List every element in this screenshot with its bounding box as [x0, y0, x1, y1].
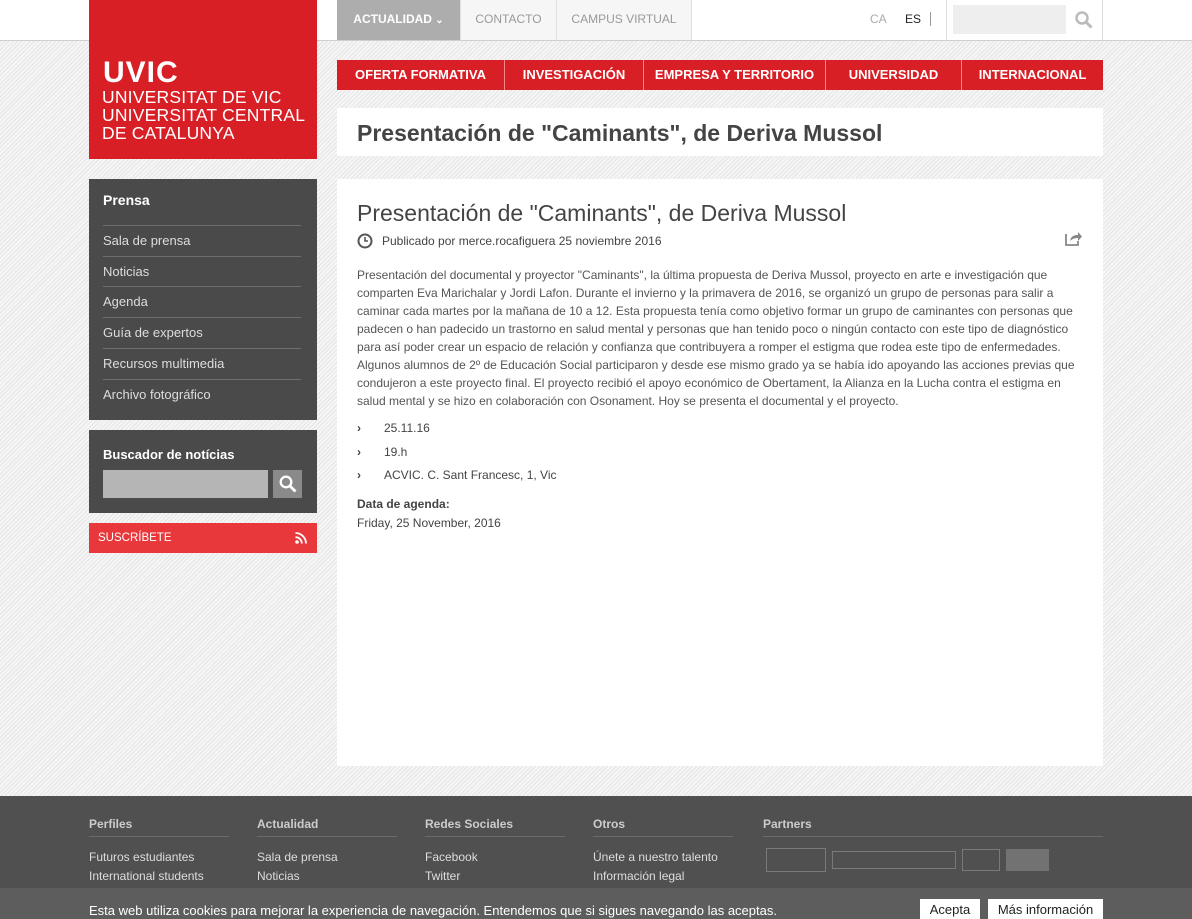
search-input[interactable]: [953, 5, 1066, 34]
sidebar-item-recursos-multimedia[interactable]: Recursos multimedia: [103, 348, 301, 379]
footer-heading: Otros: [593, 817, 733, 837]
clock-icon: [357, 233, 373, 249]
chevron-right-icon: ›: [357, 421, 361, 435]
bullet-date-text: 25.11.16: [384, 421, 430, 435]
cookie-text: Esta web utiliza cookies para mejorar la…: [89, 903, 777, 918]
chevron-down-icon: ⌄: [435, 15, 444, 26]
cookie-bar: Esta web utiliza cookies para mejorar la…: [0, 888, 1192, 919]
footer-col-otros: Otros Únete a nuestro talento Informació…: [593, 817, 733, 883]
news-search-button[interactable]: [273, 470, 302, 498]
bullet-time-text: 19.h: [384, 445, 408, 459]
footer-link-facebook[interactable]: Facebook: [425, 850, 565, 864]
footer-heading: Actualidad: [257, 817, 397, 837]
footer-col-redes: Redes Sociales Facebook Twitter: [425, 817, 565, 883]
footer-link[interactable]: Únete a nuestro talento: [593, 850, 733, 864]
chevron-right-icon: ›: [357, 445, 361, 459]
tab-campus-virtual[interactable]: CAMPUS VIRTUAL: [557, 0, 692, 40]
partner-logo-eua[interactable]: [766, 848, 826, 872]
sidebar-item-sala-de-prensa[interactable]: Sala de prensa: [103, 225, 301, 256]
agenda-label: Data de agenda:: [357, 497, 450, 511]
logo-line-3: DE CATALUNYA: [102, 123, 235, 143]
bullet-location-text: ACVIC. C. Sant Francesc, 1, Vic: [384, 468, 557, 482]
sidebar-item-noticias[interactable]: Noticias: [103, 256, 301, 287]
lang-es[interactable]: ES: [905, 0, 921, 40]
nav-internacional[interactable]: INTERNACIONAL: [962, 60, 1103, 90]
page-title: Presentación de "Caminants", de Deriva M…: [357, 120, 883, 146]
search-icon[interactable]: [1075, 11, 1093, 29]
nav-empresa-territorio[interactable]: EMPRESA Y TERRITORIO: [644, 60, 826, 90]
subscribe-label: SUSCRÍBETE: [98, 532, 172, 544]
news-search-title: Buscador de notícias: [103, 447, 235, 462]
chevron-right-icon: ›: [357, 468, 361, 482]
partner-logo[interactable]: [1006, 849, 1049, 871]
nav-investigacion[interactable]: INVESTIGACIÓN: [505, 60, 644, 90]
lang-ca[interactable]: CA: [870, 0, 887, 40]
footer-link-twitter[interactable]: Twitter: [425, 869, 565, 883]
footer-link[interactable]: Información legal: [593, 869, 733, 883]
bullet-date: › 25.11.16: [357, 421, 430, 435]
footer-heading: Partners: [763, 817, 1103, 837]
bullet-time: › 19.h: [357, 445, 407, 459]
share-icon[interactable]: [1063, 229, 1083, 247]
footer-col-actualidad: Actualidad Sala de prensa Noticias: [257, 817, 397, 883]
footer-col-partners: Partners: [763, 817, 1103, 837]
news-search-panel: Buscador de notícias: [89, 430, 317, 513]
page-title-box: Presentación de "Caminants", de Deriva M…: [337, 108, 1103, 156]
footer-heading: Perfiles: [89, 817, 229, 837]
tab-actualidad-label: ACTUALIDAD: [353, 12, 432, 26]
top-search: [946, 0, 1103, 40]
rss-icon: [295, 532, 307, 544]
logo-brand: UVIC: [103, 56, 179, 89]
subscribe-button[interactable]: SUSCRÍBETE: [89, 523, 317, 553]
partner-logo-guni[interactable]: [832, 851, 956, 869]
partner-logo-iau[interactable]: [962, 849, 1000, 871]
bullet-location: › ACVIC. C. Sant Francesc, 1, Vic: [357, 468, 557, 482]
footer-link[interactable]: Noticias: [257, 869, 397, 883]
news-search-input[interactable]: [103, 470, 268, 498]
nav-universidad[interactable]: UNIVERSIDAD: [826, 60, 962, 90]
lang-divider: [930, 12, 931, 26]
main-nav: OFERTA FORMATIVA INVESTIGACIÓN EMPRESA Y…: [337, 60, 1103, 90]
article-body: Presentación del documental y proyector …: [357, 268, 1075, 408]
tab-actualidad[interactable]: ACTUALIDAD ⌄: [337, 0, 461, 40]
article-meta: Publicado por merce.rocafiguera 25 novie…: [382, 234, 662, 248]
article-panel: Presentación de "Caminants", de Deriva M…: [337, 179, 1103, 766]
sidebar-item-guia-de-expertos[interactable]: Guía de expertos: [103, 317, 301, 348]
uvic-logo[interactable]: UVIC UNIVERSITAT DE VIC UNIVERSITAT CENT…: [89, 0, 317, 159]
nav-oferta-formativa[interactable]: OFERTA FORMATIVA: [337, 60, 505, 90]
cookie-more-info-button[interactable]: Más información: [988, 899, 1103, 919]
article-title: Presentación de "Caminants", de Deriva M…: [357, 200, 847, 226]
footer-heading: Redes Sociales: [425, 817, 565, 837]
tab-contacto[interactable]: CONTACTO: [461, 0, 557, 40]
footer-link[interactable]: Futuros estudiantes: [89, 850, 229, 864]
cookie-accept-button[interactable]: Acepta: [920, 899, 980, 919]
sidebar-heading[interactable]: Prensa: [103, 192, 150, 208]
sidebar-item-archivo-fotografico[interactable]: Archivo fotográfico: [103, 379, 301, 410]
search-icon: [279, 475, 297, 493]
sidebar-item-agenda[interactable]: Agenda: [103, 286, 301, 317]
sidebar: Prensa Sala de prensa Noticias Agenda Gu…: [89, 179, 317, 420]
footer-link[interactable]: Sala de prensa: [257, 850, 397, 864]
footer-col-perfiles: Perfiles Futuros estudiantes Internation…: [89, 817, 229, 883]
agenda-date: Friday, 25 November, 2016: [357, 516, 501, 530]
footer-link[interactable]: International students: [89, 869, 229, 883]
